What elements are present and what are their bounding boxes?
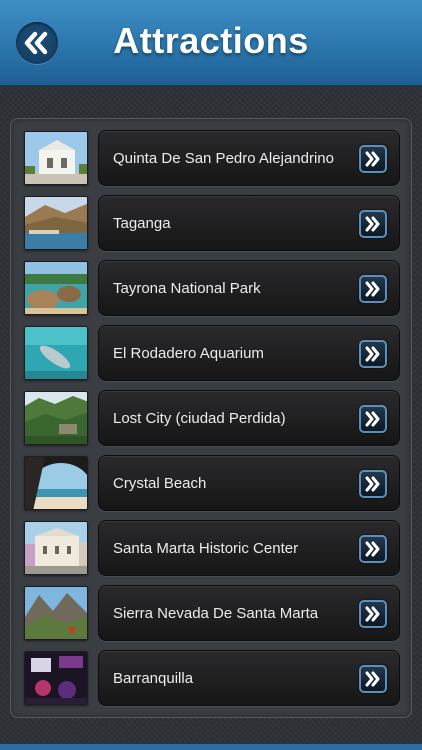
list-item[interactable]: Taganga <box>24 195 400 251</box>
item-label: Crystal Beach <box>113 475 207 492</box>
double-chevron-right-icon <box>365 606 380 622</box>
double-chevron-right-icon <box>365 671 380 687</box>
list-item[interactable]: Quinta De San Pedro Alejandrino <box>24 130 400 186</box>
go-button[interactable] <box>359 600 387 628</box>
list-item[interactable]: Barranquilla <box>24 650 400 706</box>
list-item[interactable]: Tayrona National Park <box>24 260 400 316</box>
attraction-item[interactable]: Santa Marta Historic Center <box>98 520 400 576</box>
item-label: Taganga <box>113 215 171 232</box>
attraction-item[interactable]: Barranquilla <box>98 650 400 706</box>
go-button[interactable] <box>359 535 387 563</box>
go-button[interactable] <box>359 405 387 433</box>
double-chevron-right-icon <box>365 346 380 362</box>
thumbnail-image <box>24 131 88 185</box>
list-item[interactable]: Lost City (ciudad Perdida) <box>24 390 400 446</box>
thumbnail-image <box>24 326 88 380</box>
list-item[interactable]: Crystal Beach <box>24 455 400 511</box>
item-label: Tayrona National Park <box>113 280 261 297</box>
double-chevron-right-icon <box>365 411 380 427</box>
thumbnail-image <box>24 196 88 250</box>
double-chevron-right-icon <box>365 216 380 232</box>
go-button[interactable] <box>359 145 387 173</box>
go-button[interactable] <box>359 210 387 238</box>
attraction-item[interactable]: Tayrona National Park <box>98 260 400 316</box>
attraction-item[interactable]: El Rodadero Aquarium <box>98 325 400 381</box>
thumbnail-image <box>24 261 88 315</box>
double-chevron-right-icon <box>365 476 380 492</box>
attraction-item[interactable]: Taganga <box>98 195 400 251</box>
double-chevron-right-icon <box>365 281 380 297</box>
list-item[interactable]: Sierra Nevada De Santa Marta <box>24 585 400 641</box>
list-item[interactable]: El Rodadero Aquarium <box>24 325 400 381</box>
go-button[interactable] <box>359 665 387 693</box>
item-label: Santa Marta Historic Center <box>113 540 299 557</box>
list-item[interactable]: Santa Marta Historic Center <box>24 520 400 576</box>
page-title: Attractions <box>113 20 309 61</box>
attraction-item[interactable]: Quinta De San Pedro Alejandrino <box>98 130 400 186</box>
double-chevron-right-icon <box>365 151 380 167</box>
go-button[interactable] <box>359 340 387 368</box>
attraction-item[interactable]: Lost City (ciudad Perdida) <box>98 390 400 446</box>
go-button[interactable] <box>359 470 387 498</box>
double-chevron-right-icon <box>365 541 380 557</box>
thumbnail-image <box>24 456 88 510</box>
item-label: Quinta De San Pedro Alejandrino <box>113 150 334 167</box>
thumbnail-image <box>24 651 88 705</box>
go-button[interactable] <box>359 275 387 303</box>
thumbnail-image <box>24 586 88 640</box>
header-bar: Attractions <box>0 0 422 86</box>
item-label: Sierra Nevada De Santa Marta <box>113 605 319 622</box>
thumbnail-image <box>24 521 88 575</box>
attraction-item[interactable]: Sierra Nevada De Santa Marta <box>98 585 400 641</box>
item-label: Barranquilla <box>113 670 194 687</box>
bottom-accent-bar <box>0 744 422 750</box>
thumbnail-image <box>24 391 88 445</box>
item-label: El Rodadero Aquarium <box>113 345 264 362</box>
item-label: Lost City (ciudad Perdida) <box>113 410 286 427</box>
attraction-item[interactable]: Crystal Beach <box>98 455 400 511</box>
